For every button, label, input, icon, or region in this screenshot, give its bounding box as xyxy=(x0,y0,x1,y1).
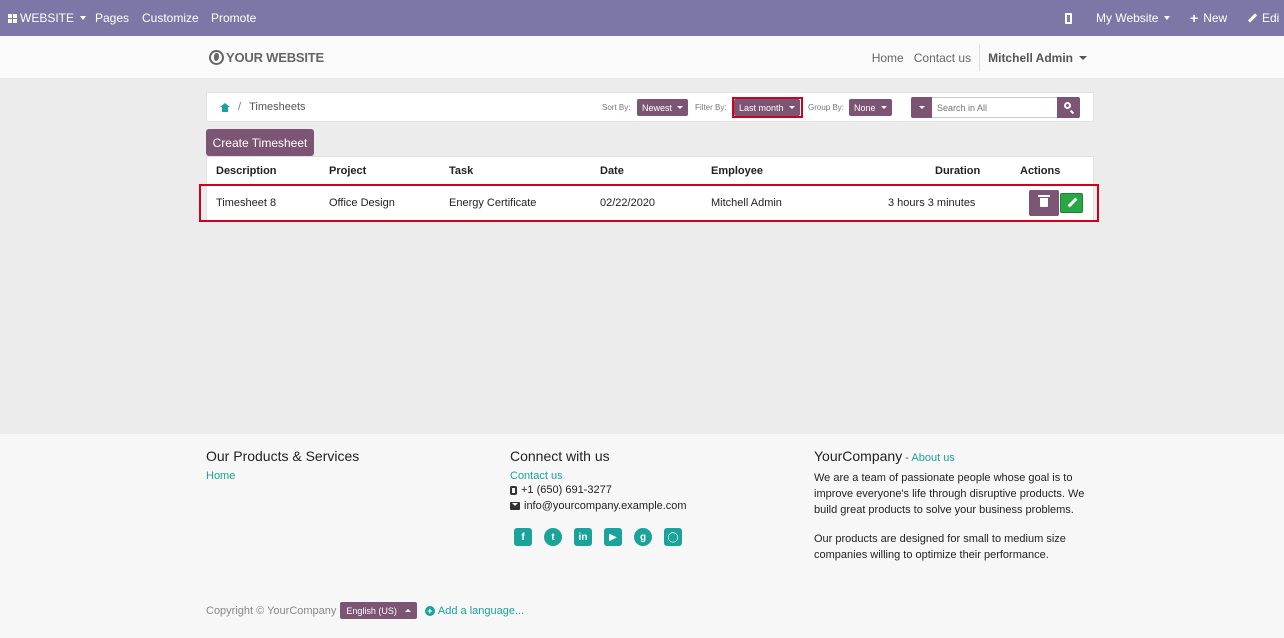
breadcrumb-bar: / Timesheets Sort By: Newest Filter By: … xyxy=(206,92,1094,122)
caret-down-icon xyxy=(880,106,887,109)
promote-menu[interactable]: Promote xyxy=(211,0,256,36)
row-highlight xyxy=(199,184,1099,222)
mobile-preview-button[interactable] xyxy=(1065,0,1072,36)
site-header: YOUR WEBSITE Home Contact us Mitchell Ad… xyxy=(0,36,1284,79)
phone-line: +1 (650) 691-3277 xyxy=(510,482,694,498)
website-menu-label: WEBSITE xyxy=(20,11,75,25)
my-website-menu[interactable]: My Website xyxy=(1096,0,1171,36)
header-employee: Employee xyxy=(711,164,763,177)
footer-products: Our Products & Services Home xyxy=(206,448,359,482)
twitter-icon[interactable]: t xyxy=(544,528,562,546)
breadcrumb: / Timesheets xyxy=(220,101,306,113)
sort-label: Sort By: xyxy=(602,103,631,112)
site-logo-text: YOUR WEBSITE xyxy=(226,50,324,65)
home-icon[interactable] xyxy=(220,102,230,112)
header-duration: Duration xyxy=(935,164,981,177)
plus-icon: + xyxy=(1190,10,1199,26)
footer-connect: Connect with us Contact us +1 (650) 691-… xyxy=(510,448,694,546)
apps-icon xyxy=(8,13,17,23)
search-button[interactable] xyxy=(1057,97,1080,118)
envelope-icon xyxy=(510,502,520,510)
new-label: New xyxy=(1203,11,1228,25)
company-products: Our products are designed for small to m… xyxy=(814,533,1066,561)
edit-button[interactable]: Edi xyxy=(1247,0,1280,36)
edit-label: Edi xyxy=(1262,11,1280,25)
nav-home[interactable]: Home xyxy=(872,51,904,65)
caret-down-icon xyxy=(1164,16,1171,20)
facebook-icon[interactable]: f xyxy=(514,528,532,546)
company-description: We are a team of passionate people whose… xyxy=(814,472,1085,516)
company-title: YourCompany - About us xyxy=(814,448,1094,464)
github-icon[interactable]: g xyxy=(634,528,652,546)
create-timesheet-button[interactable]: Create Timesheet xyxy=(206,129,314,156)
new-button[interactable]: + New xyxy=(1190,0,1227,36)
footer-contact-link[interactable]: Contact us xyxy=(510,470,694,482)
table-header: Description Project Task Date Employee D… xyxy=(207,157,1093,185)
header-task: Task xyxy=(449,164,474,177)
email-address[interactable]: info@yourcompany.example.com xyxy=(524,498,687,514)
connect-title: Connect with us xyxy=(510,448,610,464)
phone-number: +1 (650) 691-3277 xyxy=(521,484,612,496)
youtube-icon[interactable]: ▶ xyxy=(604,528,622,546)
sort-dropdown[interactable]: Newest xyxy=(637,99,689,116)
phone-icon xyxy=(510,485,517,495)
add-language-link[interactable]: + Add a language... xyxy=(424,604,525,617)
globe-icon xyxy=(209,50,224,65)
search-input[interactable] xyxy=(932,97,1058,118)
pages-menu[interactable]: Pages xyxy=(95,0,129,36)
about-us-link[interactable]: About us xyxy=(911,452,954,464)
admin-bar: WEBSITE Pages Customize Promote My Websi… xyxy=(0,0,1284,36)
email-line: info@yourcompany.example.com xyxy=(510,498,694,514)
search-filter-dropdown[interactable] xyxy=(911,97,932,118)
caret-down-icon xyxy=(80,16,87,20)
products-title: Our Products & Services xyxy=(206,448,360,464)
caret-up-icon xyxy=(404,609,411,612)
customize-menu[interactable]: Customize xyxy=(142,0,199,36)
add-language-label: Add a language... xyxy=(437,604,525,617)
company-separator: - xyxy=(902,452,912,464)
caret-down-icon xyxy=(677,106,684,109)
footer-home-link[interactable]: Home xyxy=(206,470,359,482)
breadcrumb-current: Timesheets xyxy=(249,101,306,113)
group-label: Group By: xyxy=(808,103,845,112)
copyright-text: Copyright © YourCompany xyxy=(206,604,337,617)
pencil-icon xyxy=(1247,13,1258,23)
filter-highlight xyxy=(732,97,803,118)
site-logo[interactable]: YOUR WEBSITE xyxy=(209,50,324,65)
filter-label: Filter By: xyxy=(695,103,727,112)
social-links: f t in ▶ g ◯ xyxy=(514,528,694,546)
caret-down-icon xyxy=(918,106,925,109)
user-name: Mitchell Admin xyxy=(988,50,1073,65)
footer-company: YourCompany - About us We are a team of … xyxy=(814,448,1094,563)
main-nav: Home Contact us Mitchell Admin xyxy=(862,44,1087,71)
header-description: Description xyxy=(216,164,277,177)
website-menu[interactable]: WEBSITE xyxy=(8,0,87,36)
group-dropdown[interactable]: None xyxy=(849,99,892,116)
company-name: YourCompany xyxy=(814,448,903,464)
breadcrumb-separator: / xyxy=(238,101,242,113)
sort-value: Newest xyxy=(642,102,673,113)
instagram-icon[interactable]: ◯ xyxy=(664,528,682,546)
user-menu[interactable]: Mitchell Admin xyxy=(979,44,1087,71)
language-value: English (US) xyxy=(346,605,397,616)
footer: Our Products & Services Home Connect wit… xyxy=(0,434,1284,638)
language-selector[interactable]: English (US) xyxy=(340,602,417,619)
header-date: Date xyxy=(600,164,624,177)
search-icon xyxy=(1064,102,1071,109)
copyright-bar: Copyright © YourCompany English (US) + A… xyxy=(206,602,524,619)
plus-circle-icon: + xyxy=(424,605,435,616)
caret-down-icon xyxy=(1079,55,1087,60)
nav-contact[interactable]: Contact us xyxy=(914,51,971,65)
header-project: Project xyxy=(329,164,367,177)
group-value: None xyxy=(854,102,876,113)
header-actions: Actions xyxy=(1020,164,1061,177)
mobile-icon xyxy=(1065,12,1072,24)
linkedin-icon[interactable]: in xyxy=(574,528,592,546)
my-website-label: My Website xyxy=(1096,11,1159,25)
